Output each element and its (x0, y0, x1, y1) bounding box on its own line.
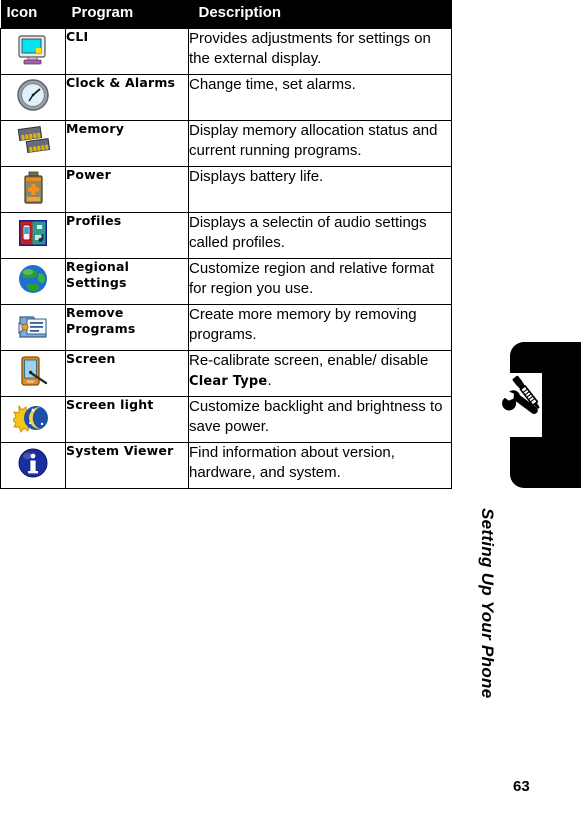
row-program-name: Clock & Alarms (65, 73, 189, 121)
row-icon-cell (0, 303, 66, 351)
description-text-pre: Re-calibrate screen, enable/ disable (189, 351, 429, 369)
row-program-name: CLI (65, 27, 189, 75)
table-row: Memory Display memory allocation status … (0, 119, 452, 167)
row-icon-cell (0, 73, 66, 121)
table-row: Regional Settings Customize region and r… (0, 257, 452, 305)
row-description: Create more memory by removing programs. (188, 303, 452, 351)
chapter-title-vertical: Setting Up Your Phone (478, 508, 497, 699)
page-number: 63 (513, 778, 530, 795)
row-icon-cell (0, 395, 66, 443)
row-icon-cell (0, 257, 66, 305)
row-description: Customize backlight and brightness to sa… (188, 395, 452, 443)
clock-alarm-icon (13, 75, 53, 115)
row-description: Customize region and relative format for… (188, 257, 452, 305)
remove-programs-icon (13, 305, 53, 345)
row-icon-cell (0, 441, 66, 489)
memory-chips-icon (13, 121, 53, 161)
system-viewer-info-icon (13, 443, 53, 483)
screen-stylus-icon (13, 351, 53, 391)
row-program-name: Power (65, 165, 189, 213)
row-program-name: Remove Programs (65, 303, 189, 351)
row-description: Find information about version, hardware… (188, 441, 452, 489)
profiles-audio-icon (13, 213, 53, 253)
row-program-name: Regional Settings (65, 257, 189, 305)
row-icon-cell (0, 165, 66, 213)
row-icon-cell (0, 119, 66, 167)
external-display-monitor-icon (13, 29, 53, 69)
globe-regional-settings-icon (13, 259, 53, 299)
row-program-name: Profiles (65, 211, 189, 259)
description-text-post: . (267, 372, 272, 390)
row-program-name: System Viewer (65, 441, 189, 489)
table-row: CLI Provides adjustments for settings on… (0, 27, 452, 75)
description-emphasis: Clear Type (189, 374, 268, 390)
table-row: Remove Programs Create more memory by re… (0, 303, 452, 351)
table-row: Clock & Alarms Change time, set alarms. (0, 73, 452, 121)
screen-light-sun-moon-icon (13, 397, 53, 437)
row-icon-cell (0, 211, 66, 259)
row-description: Displays a selectin of audio settings ca… (188, 211, 452, 259)
table-body: CLI Provides adjustments for settings on… (0, 27, 452, 489)
row-description: Change time, set alarms. (188, 73, 452, 121)
row-program-name: Memory (65, 119, 189, 167)
settings-programs-table: Icon Program Description CLI Provides ad… (0, 0, 452, 489)
row-description: Displays battery life. (188, 165, 452, 213)
table-row: Screen light Customize backlight and bri… (0, 395, 452, 443)
row-description: Display memory allocation status and cur… (188, 119, 452, 167)
row-icon-cell (0, 27, 66, 75)
row-program-name: Screen (65, 349, 189, 397)
table-row: Profiles Displays a selectin of audio se… (0, 211, 452, 259)
column-header-description: Description (188, 0, 452, 29)
column-header-program: Program (65, 0, 189, 29)
row-description: Re-calibrate screen, enable/ disable Cle… (188, 349, 452, 397)
table-row: System Viewer Find information about ver… (0, 441, 452, 489)
row-icon-cell (0, 349, 66, 397)
row-program-name: Screen light (65, 395, 189, 443)
battery-power-icon (13, 167, 53, 207)
column-header-icon: Icon (0, 0, 66, 29)
table-row: Power Displays battery life. (0, 165, 452, 213)
table-header-row: Icon Program Description (0, 0, 452, 29)
row-description: Provides adjustments for settings on the… (188, 27, 452, 75)
table-row: Screen Re-calibrate screen, enable/ disa… (0, 349, 452, 397)
table-header: Icon Program Description (0, 0, 452, 29)
wrench-screwdriver-icon (500, 368, 562, 430)
